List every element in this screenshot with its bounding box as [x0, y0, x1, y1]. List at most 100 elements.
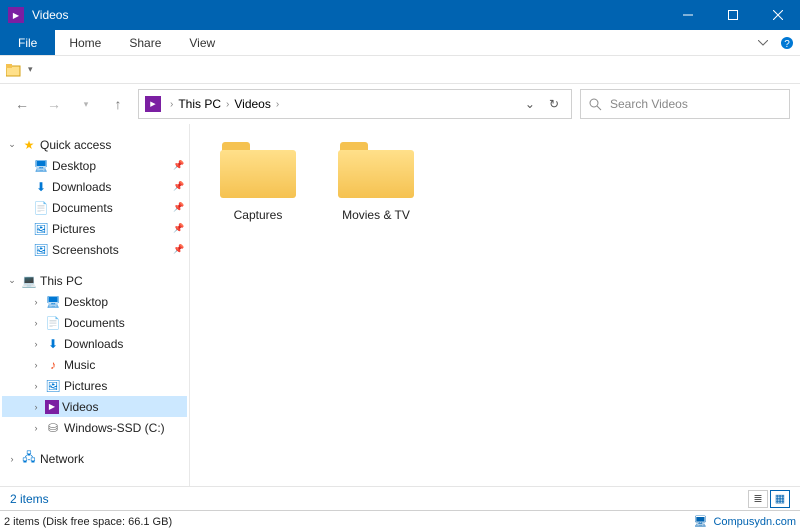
recent-dropdown[interactable]: ▾	[74, 92, 98, 116]
pictures-icon: 🖼	[45, 378, 61, 394]
menu-file[interactable]: File	[0, 30, 55, 55]
disk-status: 2 items (Disk free space: 66.1 GB)	[4, 516, 172, 528]
chevron-right-icon[interactable]: ›	[30, 360, 42, 370]
folder-movies-tv[interactable]: Movies & TV	[326, 142, 426, 222]
minimize-icon	[683, 10, 693, 20]
status-bar: 2 items ≣ ▦	[0, 486, 800, 510]
sidebar-item-pc-downloads[interactable]: › ⬇ Downloads	[2, 333, 187, 354]
chevron-right-icon: ›	[273, 99, 282, 110]
menu-bar: File Home Share View ?	[0, 30, 800, 56]
new-folder-icon[interactable]	[6, 63, 22, 77]
chevron-down-icon[interactable]: ⌄	[6, 275, 18, 286]
pin-icon: 📌	[173, 202, 187, 213]
documents-icon: 📄	[33, 200, 49, 216]
refresh-button[interactable]: ↻	[549, 97, 559, 111]
icons-view-button[interactable]: ▦	[770, 490, 790, 508]
window-controls	[665, 0, 800, 30]
sidebar-item-quick-access[interactable]: ⌄ ★ Quick access	[2, 134, 187, 155]
breadcrumb-videos[interactable]: Videos	[234, 97, 270, 111]
pin-icon: 📌	[173, 223, 187, 234]
sidebar-item-network[interactable]: › 🖧 Network	[2, 448, 187, 469]
sidebar-item-this-pc[interactable]: ⌄ 💻 This PC	[2, 270, 187, 291]
navigation-bar: ← → ▾ ↑ › This PC › Videos › ⌄ ↻ Search …	[0, 84, 800, 124]
screenshots-icon: 🖼	[33, 242, 49, 258]
chevron-right-icon[interactable]: ›	[30, 339, 42, 349]
explorer-body: ⌄ ★ Quick access 🖥 Desktop 📌 ⬇ Downloads…	[0, 124, 800, 486]
up-button[interactable]: ↑	[106, 92, 130, 116]
sidebar-item-desktop[interactable]: 🖥 Desktop 📌	[2, 155, 187, 176]
desktop-icon: 🖥	[33, 158, 49, 174]
desktop-icon: 🖥	[45, 294, 61, 310]
sidebar-item-pictures[interactable]: 🖼 Pictures 📌	[2, 218, 187, 239]
folder-icon	[220, 142, 296, 198]
chevron-down-icon	[758, 40, 768, 46]
chevron-right-icon[interactable]: ›	[30, 381, 42, 391]
sidebar-item-screenshots[interactable]: 🖼 Screenshots 📌	[2, 239, 187, 260]
chevron-right-icon: ›	[223, 99, 232, 110]
ribbon-expand-button[interactable]	[752, 30, 774, 55]
chevron-right-icon[interactable]: ›	[30, 423, 42, 433]
forward-button[interactable]: →	[42, 92, 66, 116]
status-item-count: 2 items	[10, 492, 49, 506]
sidebar-item-pc-videos[interactable]: › ▶ Videos	[2, 396, 187, 417]
location-icon	[145, 96, 161, 112]
sidebar-item-pc-pictures[interactable]: › 🖼 Pictures	[2, 375, 187, 396]
explorer-window: Videos File Home Share View ?	[0, 0, 800, 510]
chevron-right-icon: ›	[167, 99, 176, 110]
close-button[interactable]	[755, 0, 800, 30]
search-icon	[589, 98, 602, 111]
music-icon: ♪	[45, 357, 61, 373]
downloads-icon: ⬇	[33, 179, 49, 195]
pin-icon: 📌	[173, 181, 187, 192]
folder-label: Captures	[208, 208, 308, 222]
sidebar-item-downloads[interactable]: ⬇ Downloads 📌	[2, 176, 187, 197]
site-credit: Compusydn.com	[713, 516, 796, 528]
sidebar-item-pc-desktop[interactable]: › 🖥 Desktop	[2, 291, 187, 312]
help-button[interactable]: ?	[774, 30, 800, 55]
view-switcher: ≣ ▦	[748, 490, 790, 508]
sidebar-item-pc-documents[interactable]: › 📄 Documents	[2, 312, 187, 333]
details-view-button[interactable]: ≣	[748, 490, 768, 508]
file-list[interactable]: Captures Movies & TV	[190, 124, 800, 486]
documents-icon: 📄	[45, 315, 61, 331]
drive-icon: ⛁	[45, 420, 61, 436]
back-button[interactable]: ←	[10, 92, 34, 116]
menu-share[interactable]: Share	[115, 30, 175, 55]
chevron-right-icon[interactable]: ›	[30, 402, 42, 412]
chevron-right-icon[interactable]: ›	[30, 318, 42, 328]
chevron-right-icon[interactable]: ›	[6, 454, 18, 464]
title-bar[interactable]: Videos	[0, 0, 800, 30]
videos-icon: ▶	[45, 400, 59, 414]
svg-text:?: ?	[784, 39, 790, 50]
address-dropdown[interactable]: ⌄	[525, 97, 535, 111]
star-icon: ★	[21, 137, 37, 153]
maximize-button[interactable]	[710, 0, 755, 30]
folder-captures[interactable]: Captures	[208, 142, 308, 222]
close-icon	[773, 10, 783, 20]
navigation-pane[interactable]: ⌄ ★ Quick access 🖥 Desktop 📌 ⬇ Downloads…	[0, 124, 190, 486]
sidebar-item-pc-music[interactable]: › ♪ Music	[2, 354, 187, 375]
help-icon: ?	[780, 36, 794, 50]
app-icon	[8, 7, 24, 23]
window-title: Videos	[32, 8, 665, 22]
search-placeholder: Search Videos	[610, 97, 688, 111]
sidebar-item-documents[interactable]: 📄 Documents 📌	[2, 197, 187, 218]
network-icon: 🖧	[21, 451, 37, 467]
breadcrumb-thispc[interactable]: This PC	[178, 97, 221, 111]
chevron-right-icon[interactable]: ›	[30, 297, 42, 307]
chevron-down-icon[interactable]: ⌄	[6, 139, 18, 150]
minimize-button[interactable]	[665, 0, 710, 30]
downloads-icon: ⬇	[45, 336, 61, 352]
menu-view[interactable]: View	[175, 30, 229, 55]
pc-icon: 💻	[21, 273, 37, 289]
pictures-icon: 🖼	[33, 221, 49, 237]
sidebar-item-pc-drive[interactable]: › ⛁ Windows-SSD (C:)	[2, 417, 187, 438]
pin-icon: 📌	[173, 244, 187, 255]
pin-icon: 📌	[173, 160, 187, 171]
monitor-icon: 🖥	[693, 515, 707, 528]
qat-dropdown[interactable]: ▾	[28, 64, 33, 75]
address-bar[interactable]: › This PC › Videos › ⌄ ↻	[138, 89, 572, 119]
search-box[interactable]: Search Videos	[580, 89, 790, 119]
folder-icon	[338, 142, 414, 198]
menu-home[interactable]: Home	[55, 30, 115, 55]
